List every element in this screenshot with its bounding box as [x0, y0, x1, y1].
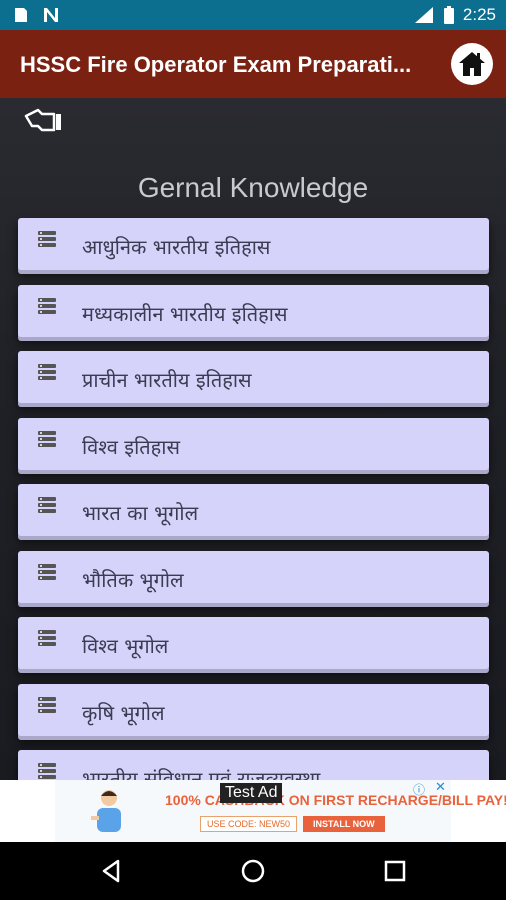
content-area: Gernal Knowledge आधुनिक भारतीय इतिहास मध…: [0, 98, 506, 780]
list-item[interactable]: भारत का भूगोल: [18, 484, 489, 536]
list-menu-icon: [38, 231, 56, 247]
ad-banner[interactable]: 100% CASHBACK ON FIRST RECHARGE/BILL PAY…: [0, 780, 506, 842]
ad-promo-code: USE CODE: NEW50: [200, 816, 298, 832]
navigation-bar: [0, 842, 506, 900]
list-item-label: विश्व भूगोल: [82, 634, 169, 658]
notes-icon: [15, 8, 27, 22]
home-button[interactable]: [451, 43, 493, 85]
list-menu-icon: [38, 430, 56, 447]
ad-person-illustration: [91, 790, 121, 832]
list-menu-icon: [38, 763, 56, 779]
app-title: HSSC Fire Operator Exam Preparati...: [20, 52, 412, 77]
list-item[interactable]: विश्व भूगोल: [18, 617, 489, 669]
recents-icon[interactable]: [380, 856, 410, 886]
list-item-label: कृषि भूगोल: [82, 700, 165, 725]
list-item-label: भौतिक भूगोल: [82, 567, 184, 592]
home-icon: [459, 52, 485, 76]
list-item[interactable]: भौतिक भूगोल: [18, 550, 489, 603]
list-item-label: आधुनिक भारतीय इतिहास: [82, 235, 271, 259]
list-menu-icon: [38, 696, 56, 713]
list-item[interactable]: भारतीय संविधान एवं राजव्यवस्था: [18, 750, 489, 780]
lte-signal-icon: [414, 7, 433, 23]
home-circle-icon[interactable]: [238, 856, 268, 886]
app-bar: HSSC Fire Operator Exam Preparati...: [0, 30, 506, 98]
list-item-label: प्राचीन भारतीय इतिहास: [82, 368, 252, 392]
list-menu-icon: [38, 563, 56, 580]
list-menu-icon: [38, 364, 56, 380]
hand-pointer-icon[interactable]: [24, 106, 64, 138]
list-menu-icon: [38, 497, 56, 513]
list-item[interactable]: प्राचीन भारतीय इतिहास: [18, 351, 489, 403]
topic-list: आधुनिक भारतीय इतिहास मध्यकालीन भारतीय इत…: [18, 218, 489, 780]
ad-info-icon[interactable]: ⓘ: [413, 781, 425, 798]
list-item[interactable]: कृषि भूगोल: [18, 683, 489, 736]
ad-headline: 100% CASHBACK ON FIRST RECHARGE/BILL PAY…: [165, 792, 506, 808]
list-item-label: मध्यकालीन भारतीय इतिहास: [82, 301, 288, 326]
status-time: 2:25: [462, 5, 496, 24]
back-icon[interactable]: [96, 856, 126, 886]
list-menu-icon: [38, 630, 56, 646]
ad-close-icon[interactable]: ✕: [435, 780, 446, 795]
section-title: Gernal Knowledge: [137, 172, 369, 203]
list-item-label: विश्व इतिहास: [82, 434, 180, 459]
list-item-label: भारतीय संविधान एवं राजव्यवस्था: [82, 767, 321, 780]
list-item[interactable]: मध्यकालीन भारतीय इतिहास: [18, 284, 489, 337]
status-bar: 2:25: [0, 0, 506, 30]
list-menu-icon: [38, 297, 56, 314]
ad-install-button[interactable]: INSTALL NOW: [303, 816, 385, 832]
list-item[interactable]: विश्व इतिहास: [18, 417, 489, 470]
list-item-label: भारत का भूगोल: [82, 501, 199, 525]
n-notification-icon: [44, 8, 58, 22]
list-item[interactable]: आधुनिक भारतीय इतिहास: [18, 218, 489, 270]
test-ad-label: Test Ad: [220, 783, 283, 803]
battery-icon: [443, 6, 454, 24]
